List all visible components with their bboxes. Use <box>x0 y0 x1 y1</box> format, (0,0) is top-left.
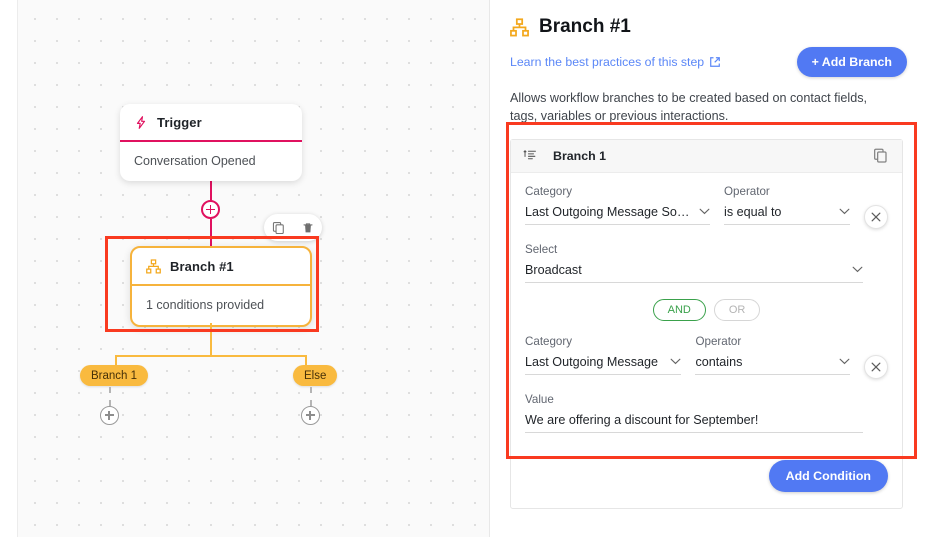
add-condition-row: Add Condition <box>511 447 902 508</box>
workflow-builder-screen: Trigger Conversation Opened <box>0 0 927 537</box>
trash-icon[interactable] <box>302 221 314 235</box>
chevron-down-icon <box>699 208 710 215</box>
chevron-down-icon <box>852 266 863 273</box>
close-icon <box>871 212 881 222</box>
condition-row-2: Category Last Outgoing Message Operator … <box>525 335 888 379</box>
add-condition-button[interactable]: Add Condition <box>769 460 888 492</box>
select-label-1: Select <box>525 243 863 256</box>
category-field-1: Category Last Outgoing Message So… <box>525 185 710 225</box>
category-value-1: Last Outgoing Message So… <box>525 205 690 219</box>
list-ordered-icon <box>523 149 537 163</box>
operator-label-1: Operator <box>724 185 850 198</box>
add-step-button-trigger[interactable] <box>201 200 220 219</box>
logic-operator-toggle: AND OR <box>525 299 888 321</box>
branch-settings-panel: Branch #1 Learn the best practices of th… <box>490 0 927 537</box>
learn-best-practices-label: Learn the best practices of this step <box>510 55 704 69</box>
bolt-icon <box>134 115 148 130</box>
trigger-node[interactable]: Trigger Conversation Opened <box>120 104 302 181</box>
connector-branch-trunk <box>210 323 212 357</box>
copy-icon[interactable] <box>272 221 285 235</box>
trigger-node-header: Trigger <box>120 104 302 142</box>
branch-condition-card: Branch 1 Category Last Outgoing Message … <box>510 139 903 509</box>
chevron-down-icon <box>839 358 850 365</box>
operator-select-2[interactable]: contains <box>695 355 850 375</box>
select-field-1: Select Broadcast <box>525 243 863 283</box>
chevron-down-icon <box>839 208 850 215</box>
chevron-down-icon <box>670 358 681 365</box>
branch-node-body: 1 conditions provided <box>132 286 310 325</box>
learn-best-practices-link[interactable]: Learn the best practices of this step <box>510 55 721 69</box>
left-rail <box>0 0 18 537</box>
logic-or-button[interactable]: OR <box>714 299 761 321</box>
condition-row-1: Category Last Outgoing Message So… Opera… <box>525 185 888 229</box>
branch-hierarchy-icon <box>146 259 161 274</box>
branch-node[interactable]: Branch #1 1 conditions provided <box>130 246 312 327</box>
condition-card-header: Branch 1 <box>511 140 902 173</box>
value-label-2: Value <box>525 393 863 406</box>
close-icon <box>871 362 881 372</box>
panel-header: Branch #1 <box>510 16 907 38</box>
trigger-node-title: Trigger <box>157 115 202 130</box>
operator-value-1: is equal to <box>724 205 781 219</box>
select-dropdown-1[interactable]: Broadcast <box>525 263 863 283</box>
add-step-button-else[interactable] <box>301 406 320 425</box>
add-step-button-branch-1[interactable] <box>100 406 119 425</box>
dashed-connector-else <box>310 387 312 406</box>
external-link-icon <box>709 56 721 68</box>
operator-value-2: contains <box>695 355 742 369</box>
category-field-2: Category Last Outgoing Message <box>525 335 681 375</box>
operator-field-1: Operator is equal to <box>724 185 850 225</box>
duplicate-branch-button[interactable] <box>871 146 890 165</box>
dashed-connector-branch-1 <box>109 387 111 406</box>
operator-select-1[interactable]: is equal to <box>724 205 850 225</box>
add-branch-button[interactable]: + Add Branch <box>797 47 907 77</box>
copy-icon <box>873 148 888 163</box>
category-label-2: Category <box>525 335 681 348</box>
workflow-canvas[interactable]: Trigger Conversation Opened <box>18 0 489 537</box>
branch-node-title: Branch #1 <box>170 259 234 274</box>
page-title: Branch #1 <box>539 16 631 38</box>
branch-output-pill-else[interactable]: Else <box>293 365 337 386</box>
operator-label-2: Operator <box>695 335 850 348</box>
branch-node-header: Branch #1 <box>132 248 310 286</box>
remove-condition-button-1[interactable] <box>864 205 888 229</box>
node-toolbar[interactable] <box>264 214 322 241</box>
condition-card-title: Branch 1 <box>553 149 606 163</box>
value-field-2: Value We are offering a discount for Sep… <box>525 393 863 433</box>
select-value-1: Broadcast <box>525 263 582 277</box>
category-value-2: Last Outgoing Message <box>525 355 658 369</box>
branch-hierarchy-icon <box>510 18 529 37</box>
branch-output-pill-branch-1[interactable]: Branch 1 <box>80 365 148 386</box>
operator-field-2: Operator contains <box>695 335 850 375</box>
value-input-2[interactable]: We are offering a discount for September… <box>525 413 863 433</box>
category-select-2[interactable]: Last Outgoing Message <box>525 355 681 375</box>
logic-and-button[interactable]: AND <box>653 299 706 321</box>
remove-condition-button-2[interactable] <box>864 355 888 379</box>
trigger-node-body: Conversation Opened <box>120 142 302 181</box>
condition-list: Category Last Outgoing Message So… Opera… <box>511 173 902 447</box>
value-text-2: We are offering a discount for September… <box>525 413 758 427</box>
category-label-1: Category <box>525 185 710 198</box>
connector-branch-horizontal <box>115 355 307 357</box>
panel-subheader: Learn the best practices of this step + … <box>510 47 907 77</box>
connector-plus-to-branch <box>210 219 212 246</box>
panel-description: Allows workflow branches to be created b… <box>510 89 895 126</box>
category-select-1[interactable]: Last Outgoing Message So… <box>525 205 710 225</box>
